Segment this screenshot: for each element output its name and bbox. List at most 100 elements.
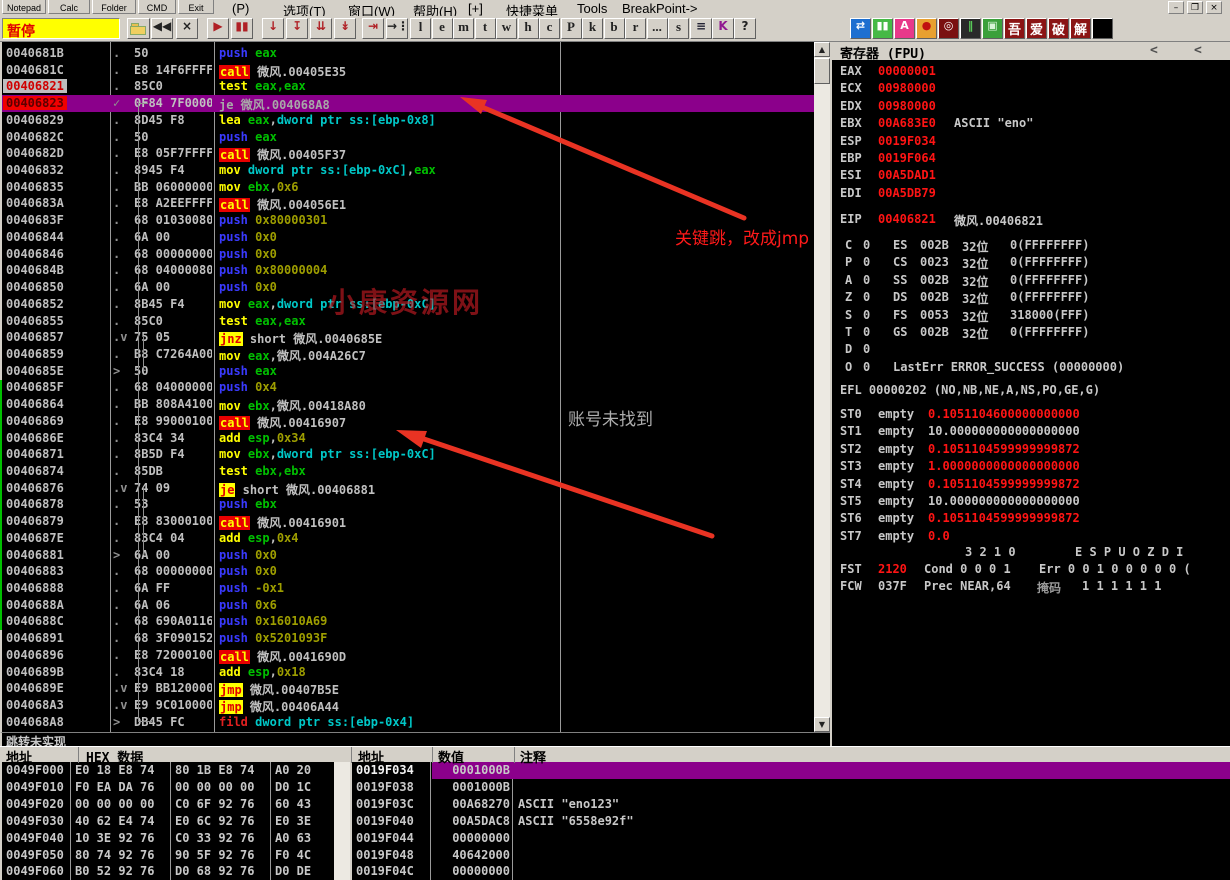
quick-button-notepad[interactable]: Notepad <box>2 0 46 14</box>
fpu-row-st1[interactable]: ST1empty10.000000000000000000 <box>832 424 1230 441</box>
stack-row[interactable]: 0019F04840642000 <box>352 847 1230 864</box>
step-over-button[interactable]: ↧ <box>286 18 308 39</box>
menu-item[interactable]: 选项(T) <box>283 1 326 16</box>
dump-row[interactable]: 0049F02000 00 00 00C0 6F 92 7660 43 <box>2 796 334 813</box>
register-row-ebp[interactable]: EBP0019F064 <box>832 151 1230 168</box>
open-file-button[interactable] <box>127 18 150 39</box>
disasm-row[interactable]: 00406864.BB 808A4100mov ebx,微风.00418A80 <box>2 396 814 413</box>
register-row-ecx[interactable]: ECX00980000 <box>832 81 1230 98</box>
efl-row[interactable]: EFL 00000202 (NO,NB,NE,A,NS,PO,GE,G) <box>832 383 1230 400</box>
columns-icon[interactable]: ‖ <box>960 18 981 39</box>
fpu-bits-header[interactable]: 3 2 1 0E S P U O Z D I <box>832 545 1230 562</box>
register-row-edi[interactable]: EDI00A5DB79 <box>832 186 1230 203</box>
scrollbar-thumb[interactable] <box>814 58 830 84</box>
wu-icon[interactable]: 吾 <box>1004 18 1025 39</box>
stack-row[interactable]: 0019F04C00000000 <box>352 863 1230 880</box>
stack-row[interactable]: 0019F03C00A68270ASCII "eno123" <box>352 796 1230 813</box>
dump-row[interactable]: 0049F010F0 EA DA 7600 00 00 00D0 1C <box>2 779 334 796</box>
flag-row-t[interactable]: T0GS002B32位0(FFFFFFFF) <box>832 325 1230 342</box>
register-row-eax[interactable]: EAX00000001 <box>832 64 1230 81</box>
fpu-row-st0[interactable]: ST0empty0.1051104600000000000 <box>832 407 1230 424</box>
quick-button-calc[interactable]: Calc <box>48 0 90 14</box>
fcw-row[interactable]: FCW037FPrec NEAR,64掩码1 1 1 1 1 1 <box>832 579 1230 596</box>
disasm-row[interactable]: 00406874.85DBtest ebx,ebx <box>2 463 814 480</box>
po-icon[interactable]: 破 <box>1048 18 1069 39</box>
disasm-row[interactable]: 0040688C.68 690A0116push 0x16010A69 <box>2 613 814 630</box>
register-row-ebx[interactable]: EBX00A683E0ASCII "eno" <box>832 116 1230 133</box>
menu-item[interactable]: 快捷菜单 <box>506 1 558 16</box>
disasm-row[interactable]: 0040687E.83C4 04add esp,0x4 <box>2 530 814 547</box>
flag-row-c[interactable]: C0ES002B32位0(FFFFFFFF) <box>832 238 1230 255</box>
execute-till-return-button[interactable]: ⇥ <box>362 18 384 39</box>
minimize-button[interactable]: – <box>1168 1 1184 14</box>
disasm-row[interactable]: 00406832.8945 F4mov dword ptr ss:[ebp-0x… <box>2 162 814 179</box>
disasm-row[interactable]: 0040681B.50push eax <box>2 45 814 62</box>
disasm-row[interactable]: 004068A3.vE9 9C010000jmp 微风.00406A44 <box>2 697 814 714</box>
trace-into-button[interactable]: ⇊ <box>310 18 332 39</box>
goto-button[interactable]: →⋮ <box>386 18 408 39</box>
disasm-row[interactable]: 00406891.68 3F090152push 0x5201093F <box>2 630 814 647</box>
disasm-row[interactable]: 00406859.B8 C7264A00mov eax,微风.004A26C7 <box>2 346 814 363</box>
fpu-row-st2[interactable]: ST2empty0.1051104599999999872 <box>832 442 1230 459</box>
flag-row-s[interactable]: S0FS005332位318000(FFF) <box>832 308 1230 325</box>
window-button-l[interactable]: l <box>410 18 431 39</box>
window-button-s[interactable]: s <box>668 18 689 39</box>
disasm-row[interactable]: 00406835.BB 06000000mov ebx,0x6 <box>2 179 814 196</box>
restore-button[interactable]: ❐ <box>1187 1 1203 14</box>
scroll-down-icon[interactable]: ▼ <box>814 717 830 732</box>
window-button-r[interactable]: r <box>625 18 646 39</box>
assembler-icon[interactable]: A <box>894 18 915 39</box>
menu-item[interactable]: [+] <box>468 1 483 16</box>
flag-row-d[interactable]: D0 <box>832 342 1230 359</box>
disasm-row[interactable]: 0040681C.E8 14F6FFFFcall 微风.00405E35 <box>2 62 814 79</box>
pause-button[interactable]: ▮▮ <box>231 18 253 39</box>
stack-row[interactable]: 0019F0380001000B <box>352 779 1230 796</box>
disasm-row[interactable]: 00406883.68 00000000push 0x0 <box>2 563 814 580</box>
window-button-h[interactable]: h <box>518 18 539 39</box>
target-icon[interactable]: ◎ <box>938 18 959 39</box>
ai-icon[interactable]: 爱 <box>1026 18 1047 39</box>
disassembly-pane[interactable]: 0040681B.50push eax0040681C.E8 14F6FFFFc… <box>0 42 814 732</box>
stack-row[interactable]: 0019F04000A5DAC8ASCII "6558e92f" <box>352 813 1230 830</box>
quick-button-folder[interactable]: Folder <box>92 0 136 14</box>
collapse-icon[interactable]: < <box>1194 43 1202 58</box>
record-icon[interactable]: ● <box>916 18 937 39</box>
fst-row[interactable]: FST2120Cond 0 0 0 1Err 0 0 1 0 0 0 0 0 ( <box>832 562 1230 579</box>
disasm-row[interactable]: 0040689B.83C4 18add esp,0x18 <box>2 664 814 681</box>
register-row-edx[interactable]: EDX00980000 <box>832 99 1230 116</box>
fpu-row-st5[interactable]: ST5empty10.000000000000000000 <box>832 494 1230 511</box>
pause-green-icon[interactable]: ▮▮ <box>872 18 893 39</box>
disasm-row[interactable]: 00406857.v75 05jnz short 微风.0040685E <box>2 329 814 346</box>
disasm-row[interactable]: 00406823✓0F84 7F00000je 微风.004068A8 <box>2 95 814 112</box>
quick-button-exit[interactable]: Exit <box>178 0 214 14</box>
disasm-row[interactable]: 00406871.8B5D F4mov ebx,dword ptr ss:[eb… <box>2 446 814 463</box>
stack-pane[interactable]: 0019F0340001000B0019F0380001000B0019F03C… <box>352 762 1230 880</box>
disasm-row[interactable]: 00406821.85C0test eax,eax <box>2 78 814 95</box>
menu-item[interactable]: 窗口(W) <box>348 1 395 16</box>
flag-row-a[interactable]: A0SS002B32位0(FFFFFFFF) <box>832 273 1230 290</box>
list-view-button[interactable]: ≡ <box>690 18 712 39</box>
window-button-t[interactable]: t <box>475 18 496 39</box>
disasm-row[interactable]: 00406888.6A FFpush -0x1 <box>2 580 814 597</box>
disasm-row[interactable]: 0040688A.6A 06push 0x6 <box>2 597 814 614</box>
help-button[interactable]: ? <box>734 18 756 39</box>
k-window-button[interactable]: K <box>712 18 734 39</box>
flag-row-z[interactable]: Z0DS002B32位0(FFFFFFFF) <box>832 290 1230 307</box>
dump-scrollbar[interactable]: ▲ <box>334 746 352 880</box>
window-button-...[interactable]: ... <box>647 18 668 39</box>
flag-row-o[interactable]: O0LastErr ERROR_SUCCESS (00000000) <box>832 360 1230 377</box>
window-button-e[interactable]: e <box>432 18 453 39</box>
step-into-button[interactable]: ↓ <box>262 18 284 39</box>
disasm-row[interactable]: 00406869.E8 99000100call 微风.00416907 <box>2 413 814 430</box>
close-program-button[interactable]: × <box>176 18 198 39</box>
fpu-row-st7[interactable]: ST7empty0.0 <box>832 529 1230 546</box>
window-button-c[interactable]: c <box>539 18 560 39</box>
stack-row[interactable]: 0019F0340001000B <box>352 762 1230 779</box>
window-button-P[interactable]: P <box>561 18 582 39</box>
dump-row[interactable]: 0049F04010 3E 92 76C0 33 92 76A0 63 <box>2 830 334 847</box>
trace-over-button[interactable]: ↡ <box>334 18 356 39</box>
register-row-eip[interactable]: EIP00406821微风.00406821 <box>832 212 1230 229</box>
collapse-icon[interactable]: < <box>1150 43 1158 58</box>
disasm-row[interactable]: 00406876.v74 09je short 微风.00406881 <box>2 480 814 497</box>
disasm-row[interactable]: 0040682D.E8 05F7FFFFcall 微风.00405F37 <box>2 145 814 162</box>
